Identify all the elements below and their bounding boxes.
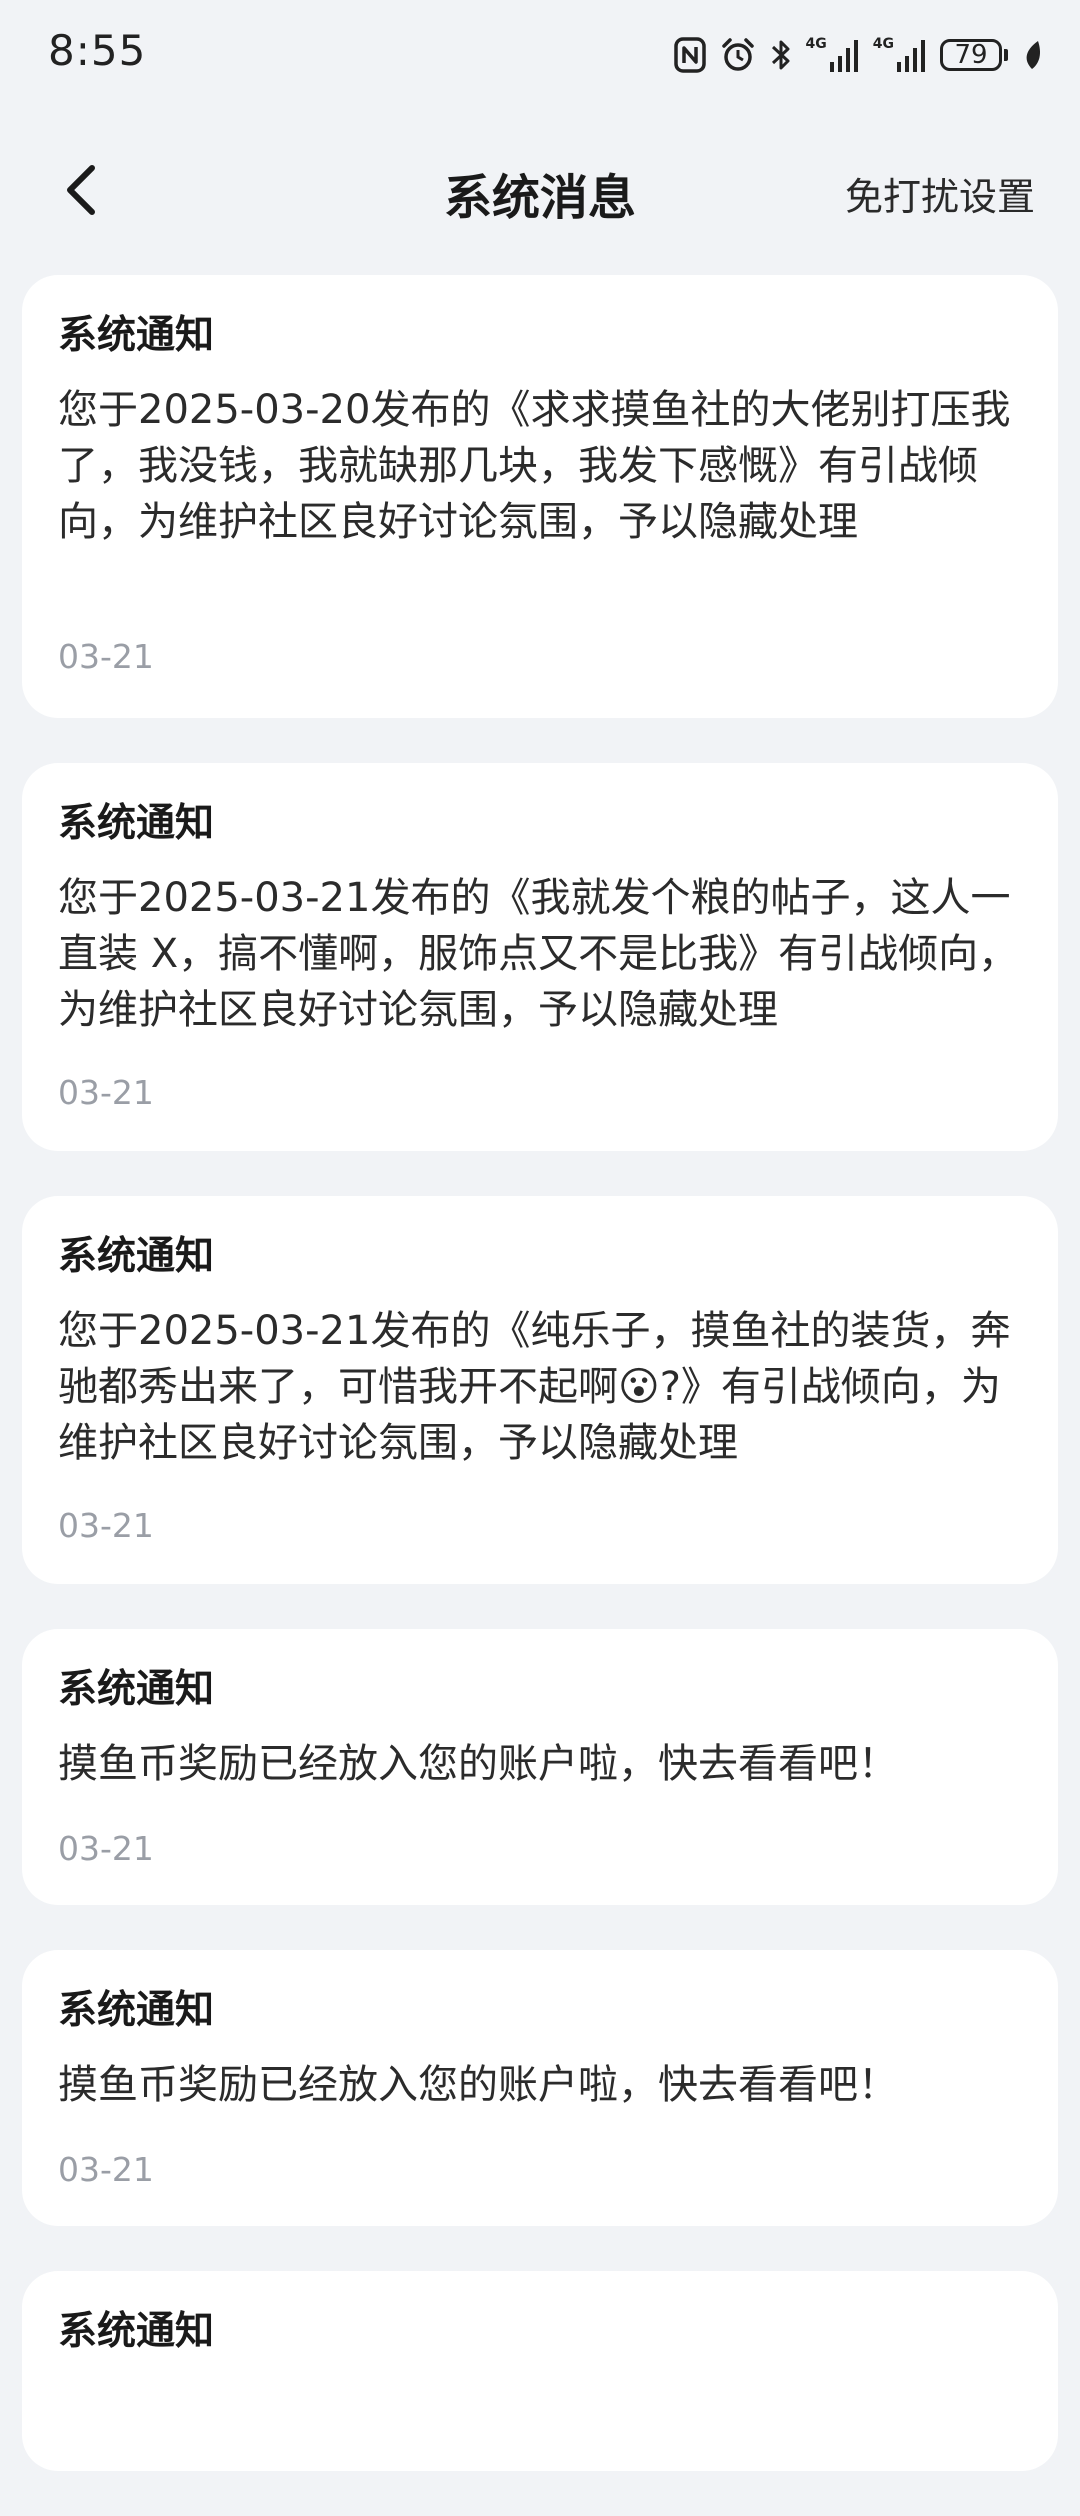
- message-card[interactable]: 系统通知 摸鱼币奖励已经放入您的账户啦，快去看看吧！ 03-21: [22, 1629, 1058, 1905]
- message-title: 系统通知: [58, 1988, 215, 2033]
- battery-icon: 79: [940, 39, 1008, 71]
- message-body: 您于2025-03-21发布的《纯乐子，摸鱼社的装货，奔驰都秀出来了，可惜我开不…: [58, 1307, 1011, 1466]
- message-card[interactable]: 系统通知 您于2025-03-21发布的《我就发个粮的帖子，这人一直装 X，搞不…: [22, 763, 1058, 1151]
- message-title: 系统通知: [58, 1667, 215, 1712]
- leaf-icon: [1022, 35, 1042, 75]
- message-title: 系统通知: [58, 801, 215, 846]
- status-time: 8:55: [48, 26, 147, 75]
- message-title: 系统通知: [58, 2309, 215, 2354]
- message-card[interactable]: 系统通知: [22, 2271, 1058, 2471]
- message-title: 系统通知: [58, 313, 215, 358]
- network-type-label: 4G: [805, 36, 827, 52]
- message-card[interactable]: 系统通知 您于2025-03-21发布的《纯乐子，摸鱼社的装货，奔驰都秀出来了，…: [22, 1196, 1058, 1584]
- status-icons: 4G 4G 79: [673, 32, 1042, 78]
- signal-icon-1: 4G: [806, 35, 859, 75]
- message-list: 系统通知 您于2025-03-20发布的《求求摸鱼社的大佬别打压我了，我没钱，我…: [22, 275, 1058, 2516]
- alarm-icon: [720, 35, 756, 75]
- message-date: 03-21: [58, 1073, 154, 1112]
- network-type-label: 4G: [872, 36, 894, 52]
- message-card[interactable]: 系统通知 摸鱼币奖励已经放入您的账户啦，快去看看吧！ 03-21: [22, 1950, 1058, 2226]
- signal-icon-2: 4G: [873, 35, 926, 75]
- message-date: 03-21: [58, 637, 154, 676]
- message-body: 您于2025-03-21发布的《我就发个粮的帖子，这人一直装 X，搞不懂啊，服饰…: [58, 874, 1019, 1033]
- message-body: 您于2025-03-20发布的《求求摸鱼社的大佬别打压我了，我没钱，我就缺那几块…: [58, 386, 1011, 545]
- nav-bar: 系统消息 免打扰设置: [0, 130, 1080, 250]
- do-not-disturb-settings-button[interactable]: 免打扰设置: [845, 166, 1035, 221]
- battery-level: 79: [940, 39, 1002, 71]
- message-date: 03-21: [58, 1506, 154, 1545]
- message-body: 摸鱼币奖励已经放入您的账户啦，快去看看吧！: [58, 1740, 898, 1787]
- bluetooth-icon: [770, 35, 792, 75]
- message-card[interactable]: 系统通知 您于2025-03-20发布的《求求摸鱼社的大佬别打压我了，我没钱，我…: [22, 275, 1058, 718]
- message-date: 03-21: [58, 1829, 154, 1868]
- status-bar: 8:55 4G 4G 79: [0, 0, 1080, 110]
- message-body: 摸鱼币奖励已经放入您的账户啦，快去看看吧！: [58, 2061, 898, 2108]
- message-title: 系统通知: [58, 1234, 215, 1279]
- nfc-icon: [673, 35, 706, 75]
- message-date: 03-21: [58, 2150, 154, 2189]
